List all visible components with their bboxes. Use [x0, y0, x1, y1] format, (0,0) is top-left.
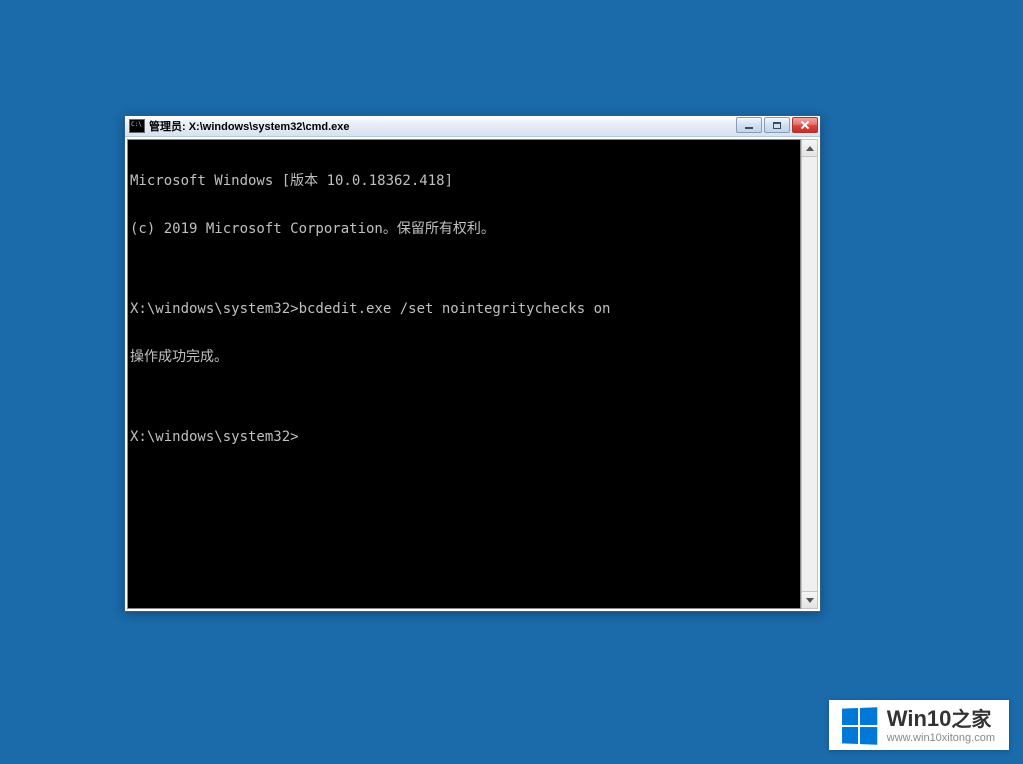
scroll-down-button[interactable] [802, 591, 817, 608]
maximize-icon [773, 122, 781, 129]
minimize-icon [745, 127, 753, 129]
window-controls [736, 117, 818, 133]
terminal-line: (c) 2019 Microsoft Corporation。保留所有权利。 [130, 221, 798, 237]
watermark-url: www.win10xitong.com [887, 732, 995, 744]
watermark-title-suffix: 之家 [951, 709, 991, 731]
window-title: 管理员: X:\windows\system32\cmd.exe [149, 118, 350, 134]
windows-logo-icon [842, 707, 877, 744]
vertical-scrollbar[interactable] [801, 139, 818, 609]
minimize-button[interactable] [736, 117, 762, 133]
scroll-up-button[interactable] [802, 140, 817, 157]
terminal-output[interactable]: Microsoft Windows [版本 10.0.18362.418] (c… [127, 139, 801, 609]
cmd-window: 管理员: X:\windows\system32\cmd.exe Microso… [124, 115, 821, 612]
watermark-title: Win10之家 [887, 708, 995, 730]
terminal-line: X:\windows\system32>bcdedit.exe /set noi… [130, 301, 798, 317]
titlebar[interactable]: 管理员: X:\windows\system32\cmd.exe [125, 116, 820, 137]
terminal-prompt: X:\windows\system32> [130, 429, 798, 445]
terminal-container: Microsoft Windows [版本 10.0.18362.418] (c… [125, 137, 820, 611]
chevron-down-icon [806, 598, 814, 603]
watermark-badge: Win10之家 www.win10xitong.com [829, 700, 1009, 750]
terminal-line: Microsoft Windows [版本 10.0.18362.418] [130, 173, 798, 189]
terminal-line: 操作成功完成。 [130, 349, 798, 365]
watermark-title-prefix: Win10 [887, 706, 952, 731]
scroll-track[interactable] [802, 157, 817, 591]
close-icon [800, 120, 810, 130]
chevron-up-icon [806, 146, 814, 151]
close-button[interactable] [792, 117, 818, 133]
maximize-button[interactable] [764, 117, 790, 133]
watermark-text: Win10之家 www.win10xitong.com [887, 708, 995, 744]
cmd-icon [129, 119, 145, 133]
